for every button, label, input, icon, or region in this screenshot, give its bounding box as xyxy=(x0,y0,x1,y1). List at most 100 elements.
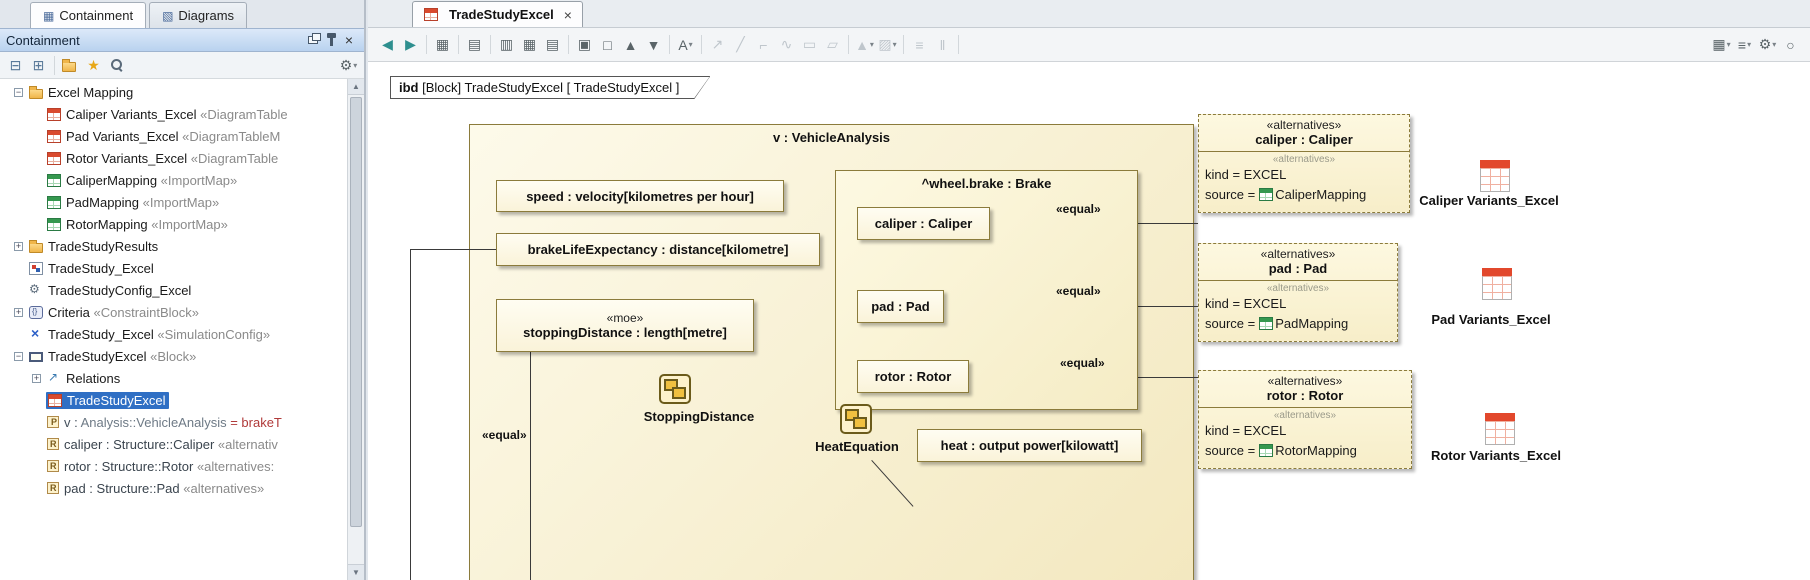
tree-expander-plus-icon[interactable]: + xyxy=(14,308,23,317)
heat-part[interactable]: heat : output power[kilowatt] xyxy=(917,429,1142,462)
alternatives-rotor-box[interactable]: «alternatives» rotor : Rotor «alternativ… xyxy=(1198,370,1412,469)
tree-item[interactable]: TradeStudyConfig_Excel xyxy=(0,279,347,301)
tree-item[interactable]: pad : Structure::Pad «alternatives» xyxy=(0,477,347,499)
polyline-tool-button[interactable]: ⌐ xyxy=(752,33,775,56)
move-down-button[interactable]: ▼ xyxy=(642,33,665,56)
rectangle-tool-button[interactable]: ▭ xyxy=(798,33,821,56)
scrollbar-thumb[interactable] xyxy=(350,97,362,527)
zoom-button[interactable]: ○ xyxy=(1779,33,1802,56)
diagram-options-button[interactable]: ⚙▾ xyxy=(1756,33,1779,56)
search-button[interactable] xyxy=(105,54,128,77)
rectangle-tool-icon: ▭ xyxy=(803,36,816,53)
alternatives-caliper-box[interactable]: «alternatives» caliper : Caliper «altern… xyxy=(1198,114,1410,213)
scroll-down-button[interactable]: ▼ xyxy=(348,564,364,580)
highlight-tool-button[interactable]: ▲▾ xyxy=(853,33,876,56)
tree-item[interactable]: +TradeStudyResults xyxy=(0,235,347,257)
tree-item[interactable]: TradeStudy_Excel xyxy=(0,257,347,279)
tree-item[interactable]: Rotor Variants_Excel «DiagramTable xyxy=(0,147,347,169)
move-down-icon: ▼ xyxy=(647,37,661,53)
pad-part[interactable]: pad : Pad xyxy=(857,290,944,323)
caliper-part[interactable]: caliper : Caliper xyxy=(857,207,990,240)
tree-scrollbar[interactable]: ▲ ▼ xyxy=(347,79,364,580)
diagram-matrix-button[interactable]: ▦ xyxy=(518,33,541,56)
tree-item[interactable]: rotor : Structure::Rotor «alternatives: xyxy=(0,455,347,477)
tree-item[interactable]: TradeStudyExcel xyxy=(0,389,347,411)
pin-icon xyxy=(330,37,333,46)
speed-part[interactable]: speed : velocity[kilometres per hour] xyxy=(496,180,784,212)
tree-indent xyxy=(32,110,41,119)
favorites-button[interactable]: ★ xyxy=(82,54,105,77)
distribute-button[interactable]: ‖ xyxy=(931,33,954,56)
connector-stoppingdistance[interactable] xyxy=(530,352,531,580)
tab-tradestudyexcel[interactable]: TradeStudyExcel × xyxy=(412,1,583,27)
panel-options-button[interactable]: ⚙▾ xyxy=(337,54,360,77)
stoppingdistance-part[interactable]: «moe» stoppingDistance : length[metre] xyxy=(496,299,754,352)
tree-indent xyxy=(14,330,23,339)
heatequation-constraint-icon[interactable] xyxy=(840,404,872,434)
tree-item[interactable]: +Relations xyxy=(0,367,347,389)
diagram-canvas[interactable]: ibd [Block] TradeStudyExcel [ TradeStudy… xyxy=(368,62,1810,580)
connector-left-vertical[interactable] xyxy=(410,249,411,580)
tree-expander-minus-icon[interactable]: − xyxy=(14,88,23,97)
tree-item-label: Excel Mapping xyxy=(48,85,133,100)
tree-item[interactable]: Caliper Variants_Excel «DiagramTable xyxy=(0,103,347,125)
list-view-button[interactable]: ≡▾ xyxy=(1733,33,1756,56)
generate-report-button[interactable]: ▤ xyxy=(463,33,486,56)
scroll-up-button[interactable]: ▲ xyxy=(348,79,364,95)
dropdown-caret-icon: ▾ xyxy=(893,40,897,49)
tree-item[interactable]: Pad Variants_Excel «DiagramTableM xyxy=(0,125,347,147)
brakelifeexpectancy-part[interactable]: brakeLifeExpectancy : distance[kilometre… xyxy=(496,233,820,266)
pad-variants-table-icon[interactable] xyxy=(1482,268,1512,300)
stoppingdistance-constraint-icon[interactable] xyxy=(659,374,691,404)
curve-tool-button[interactable]: ∿ xyxy=(775,33,798,56)
window-layout-button[interactable]: ▦▾ xyxy=(1710,33,1733,56)
tree-expander-minus-icon[interactable]: − xyxy=(14,352,23,361)
pin-panel-button[interactable] xyxy=(322,31,340,49)
diagram-map-icon: ▤ xyxy=(546,36,559,53)
align-button[interactable]: ≡ xyxy=(908,33,931,56)
alternatives-pad-box[interactable]: «alternatives» pad : Pad «alternatives» … xyxy=(1198,243,1398,342)
tab-containment[interactable]: ▦ Containment xyxy=(30,2,146,28)
toolbar-separator xyxy=(958,35,959,54)
tree-item[interactable]: RotorMapping «ImportMap» xyxy=(0,213,347,235)
connector-left-horizontal[interactable] xyxy=(410,249,496,250)
image-shape-button[interactable]: ▨▾ xyxy=(876,33,899,56)
tree-item[interactable]: TradeStudy_Excel «SimulationConfig» xyxy=(0,323,347,345)
tab-diagrams[interactable]: ▧ Diagrams xyxy=(149,2,247,28)
caliper-variants-table-icon[interactable] xyxy=(1480,160,1510,192)
text-tool-button[interactable]: A▾ xyxy=(674,33,697,56)
diagram-table-button[interactable]: ▥ xyxy=(495,33,518,56)
tree-expander-plus-icon[interactable]: + xyxy=(32,374,41,383)
dependency-tool-button[interactable]: ↗ xyxy=(706,33,729,56)
diagram-table-icon xyxy=(48,394,62,407)
rotor-variants-table-icon[interactable] xyxy=(1485,413,1515,445)
move-up-button[interactable]: ▲ xyxy=(619,33,642,56)
alt-stereotype: «alternatives» xyxy=(1203,247,1393,261)
copy-button[interactable]: ▣ xyxy=(573,33,596,56)
collapse-all-button[interactable]: ⊟ xyxy=(4,54,27,77)
tree-item[interactable]: +Criteria «ConstraintBlock» xyxy=(0,301,347,323)
panel-header: Containment × xyxy=(0,28,364,52)
forward-button[interactable]: ▶ xyxy=(399,33,422,56)
line-tool-button[interactable]: ╱ xyxy=(729,33,752,56)
tree-item[interactable]: v : Analysis::VehicleAnalysis = brakeT xyxy=(0,411,347,433)
block-icon xyxy=(29,352,43,362)
diagram-map-button[interactable]: ▤ xyxy=(541,33,564,56)
tree-item[interactable]: PadMapping «ImportMap» xyxy=(0,191,347,213)
tree-item[interactable]: −TradeStudyExcel «Block» xyxy=(0,345,347,367)
close-panel-button[interactable]: × xyxy=(340,31,358,49)
float-window-button[interactable] xyxy=(304,31,322,49)
tree-expander-plus-icon[interactable]: + xyxy=(14,242,23,251)
paste-button[interactable]: □ xyxy=(596,33,619,56)
collapse-selected-button[interactable]: ⊞ xyxy=(27,54,50,77)
close-tab-button[interactable]: × xyxy=(564,7,572,23)
tree-item[interactable]: caliper : Structure::Caliper «alternativ xyxy=(0,433,347,455)
rotor-part[interactable]: rotor : Rotor xyxy=(857,360,969,393)
open-diagram-button[interactable] xyxy=(59,54,82,77)
tree-item[interactable]: CaliperMapping «ImportMap» xyxy=(0,169,347,191)
back-button[interactable]: ◀ xyxy=(376,33,399,56)
alt-body-stereotype: «alternatives» xyxy=(1205,154,1403,165)
select-in-containment-tree-button[interactable]: ▦ xyxy=(431,33,454,56)
tree-item[interactable]: − Excel Mapping xyxy=(0,81,347,103)
note-tool-button[interactable]: ▱ xyxy=(821,33,844,56)
